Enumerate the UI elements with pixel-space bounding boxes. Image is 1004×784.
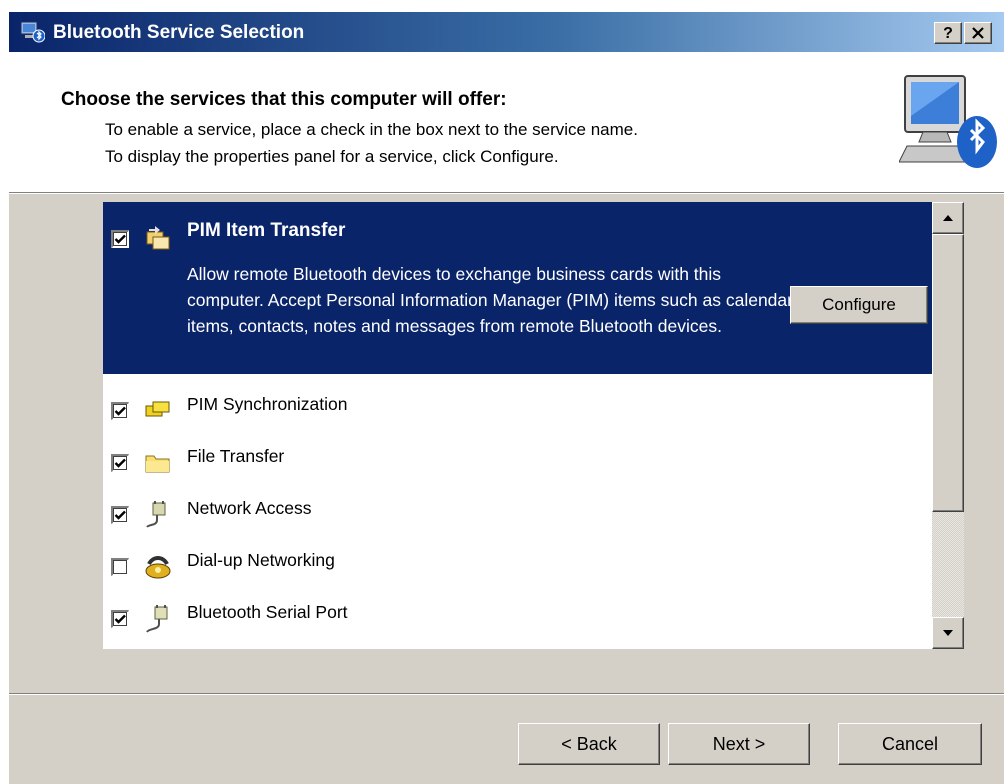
- service-name: Network Access: [187, 498, 312, 518]
- service-item-network-access[interactable]: Network Access: [103, 488, 932, 540]
- pim-transfer-icon: [146, 226, 170, 250]
- check-mark-icon: [114, 406, 126, 416]
- close-button[interactable]: [964, 22, 992, 44]
- check-mark-icon: [114, 510, 126, 520]
- check-mark-icon: [114, 458, 126, 468]
- service-checkbox[interactable]: [111, 454, 129, 472]
- configure-button[interactable]: Configure: [790, 286, 928, 324]
- scroll-down-button[interactable]: [932, 617, 964, 649]
- service-item-dial-up-networking[interactable]: Dial-up Networking: [103, 540, 932, 592]
- service-item-file-transfer[interactable]: File Transfer: [103, 436, 932, 488]
- sync-folder-icon: [145, 401, 170, 417]
- close-icon: [972, 27, 984, 39]
- service-checkbox[interactable]: [111, 402, 129, 420]
- help-button[interactable]: ?: [934, 22, 962, 44]
- header-instruction-2: To display the properties panel for a se…: [105, 147, 559, 166]
- title-bar[interactable]: Bluetooth Service Selection ?: [9, 12, 1004, 52]
- service-checkbox[interactable]: [111, 506, 129, 524]
- service-checkbox[interactable]: [111, 558, 129, 576]
- service-checkbox[interactable]: [111, 610, 129, 628]
- cancel-button[interactable]: Cancel: [838, 723, 982, 765]
- phone-icon: [145, 556, 171, 579]
- folder-icon: [145, 455, 170, 473]
- header-title: Choose the services that this computer w…: [61, 89, 507, 110]
- network-plug-icon: [146, 501, 166, 528]
- service-item-pim-synchronization[interactable]: PIM Synchronization: [103, 384, 932, 436]
- service-name: Bluetooth Serial Port: [187, 602, 348, 622]
- arrow-up-icon: [943, 215, 953, 221]
- service-name: File Transfer: [187, 446, 285, 466]
- service-name: PIM Synchronization: [187, 394, 348, 414]
- service-item-pim-item-transfer[interactable]: PIM Item Transfer Allow remote Bluetooth…: [103, 202, 932, 374]
- bluetooth-app-icon: [20, 21, 45, 43]
- vertical-scrollbar[interactable]: [932, 202, 964, 649]
- arrow-down-icon: [943, 630, 953, 636]
- window-title: Bluetooth Service Selection: [53, 22, 305, 43]
- service-description: Allow remote Bluetooth devices to exchan…: [187, 264, 793, 336]
- service-item-bluetooth-serial-port[interactable]: Bluetooth Serial Port: [103, 592, 932, 644]
- serial-plug-icon: [146, 605, 168, 633]
- back-button[interactable]: < Back: [518, 723, 660, 765]
- service-checkbox[interactable]: [111, 230, 129, 248]
- scroll-up-button[interactable]: [932, 202, 964, 234]
- wizard-header: Choose the services that this computer w…: [9, 52, 1004, 192]
- dialog-window: Bluetooth Service Selection ? Choose the…: [8, 11, 1004, 784]
- bluetooth-computer-icon: [899, 75, 997, 168]
- check-mark-icon: [114, 234, 126, 244]
- scroll-thumb[interactable]: [932, 234, 964, 512]
- check-mark-icon: [114, 614, 126, 624]
- next-button[interactable]: Next >: [668, 723, 810, 765]
- service-name: PIM Item Transfer: [187, 220, 346, 241]
- header-instruction-1: To enable a service, place a check in th…: [105, 120, 638, 139]
- service-list[interactable]: PIM Item Transfer Allow remote Bluetooth…: [103, 202, 964, 649]
- service-name: Dial-up Networking: [187, 550, 335, 570]
